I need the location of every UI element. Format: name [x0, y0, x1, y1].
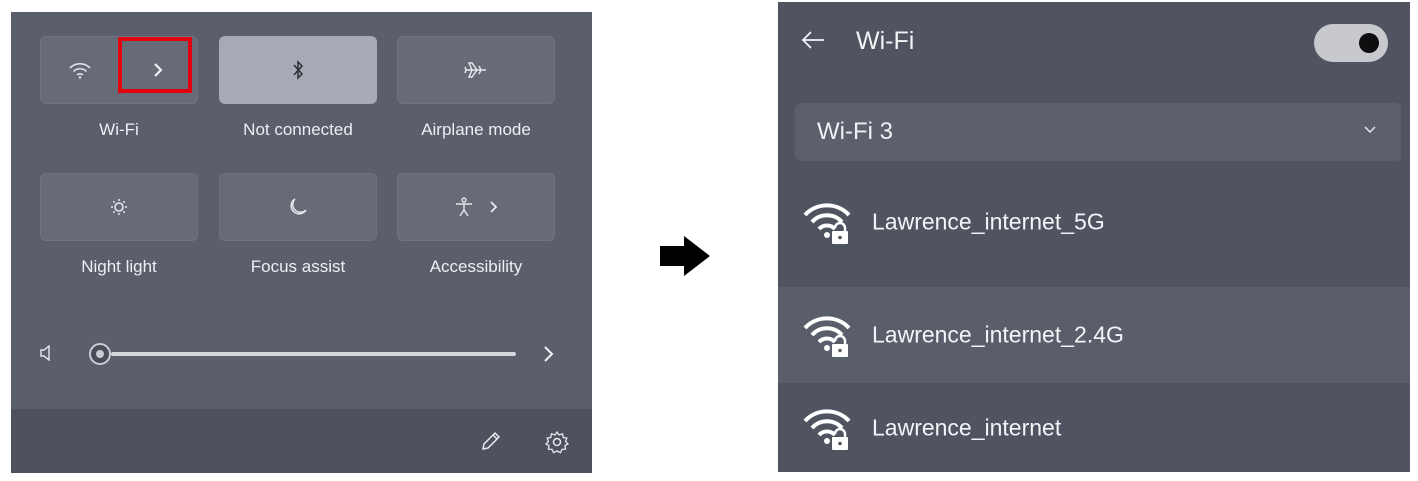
focus-assist-tile-label: Focus assist: [250, 257, 346, 276]
connected-network-dropdown[interactable]: Wi-Fi 3: [795, 103, 1401, 161]
chevron-down-icon: [1364, 126, 1376, 134]
connected-network-name: Wi-Fi 3: [817, 118, 893, 145]
accessibility-tile[interactable]: [397, 173, 555, 241]
pencil-icon[interactable]: [479, 429, 503, 453]
night-light-tile[interactable]: [40, 173, 198, 241]
volume-slider-track[interactable]: [111, 352, 516, 356]
network-name: Lawrence_internet_2.4G: [872, 321, 1124, 348]
wifi-tile-label: Wi-Fi: [99, 120, 139, 139]
accessibility-icon: [456, 197, 472, 217]
quick-settings-footer: [11, 409, 592, 473]
wifi-toggle-area[interactable]: [41, 37, 119, 103]
airplane-mode-tile-label: Airplane mode: [421, 120, 531, 139]
wifi-panel: Wi-Fi Wi-Fi 3 Lawrence_internet_5G Lawre…: [778, 2, 1410, 472]
wifi-secured-icon: [803, 409, 851, 450]
quick-settings-panel: Wi-Fi Not connected Airplane mode Night …: [11, 12, 592, 473]
network-item[interactable]: Lawrence_internet_2.4G: [778, 287, 1410, 383]
airplane-icon: [464, 62, 486, 78]
bluetooth-tile[interactable]: [219, 36, 377, 104]
back-arrow-icon[interactable]: [800, 28, 826, 52]
night-light-tile-label: Night light: [81, 257, 157, 276]
wifi-panel-title: Wi-Fi: [856, 27, 915, 55]
network-item[interactable]: Lawrence_internet_5G: [778, 174, 1410, 270]
wifi-toggle[interactable]: [1314, 24, 1388, 62]
accessibility-tile-label: Accessibility: [429, 257, 523, 276]
network-item[interactable]: Lawrence_internet: [778, 380, 1410, 472]
right-arrow-icon: [660, 236, 710, 276]
chevron-right-icon: [490, 201, 498, 213]
wifi-secured-icon: [803, 203, 851, 244]
wifi-secured-icon: [803, 316, 851, 357]
sun-icon: [111, 199, 127, 215]
chevron-right-icon: [154, 63, 163, 77]
focus-assist-tile[interactable]: [219, 173, 377, 241]
wifi-icon: [69, 63, 91, 79]
network-name: Lawrence_internet: [872, 414, 1062, 441]
volume-slider-thumb[interactable]: [89, 343, 111, 365]
network-name: Lawrence_internet_5G: [872, 208, 1105, 235]
bluetooth-icon: [293, 60, 304, 80]
airplane-mode-tile[interactable]: [397, 36, 555, 104]
speaker-icon: [40, 345, 50, 361]
bluetooth-tile-label: Not connected: [243, 120, 353, 139]
wifi-expand-button[interactable]: [119, 37, 197, 103]
volume-output-chevron-icon[interactable]: [542, 344, 556, 364]
gear-icon[interactable]: [544, 429, 570, 455]
wifi-tile[interactable]: [40, 36, 198, 104]
moon-icon: [290, 198, 307, 215]
